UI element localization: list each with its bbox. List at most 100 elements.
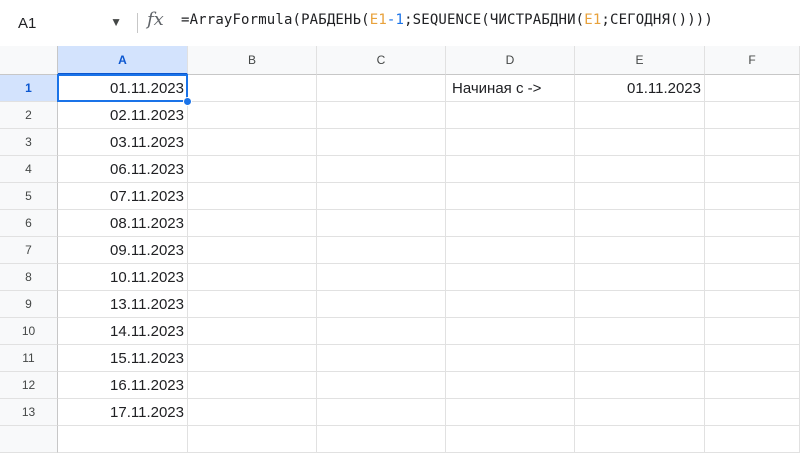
cell-d5[interactable] xyxy=(446,183,575,210)
cell-f4[interactable] xyxy=(705,156,800,183)
row-header[interactable]: 9 xyxy=(0,291,58,318)
cell-f2[interactable] xyxy=(705,102,800,129)
cell-a11[interactable]: 15.11.2023 xyxy=(58,345,188,372)
cell-c1[interactable] xyxy=(317,75,446,102)
cell-b14[interactable] xyxy=(188,426,317,453)
cell-d4[interactable] xyxy=(446,156,575,183)
cell-b4[interactable] xyxy=(188,156,317,183)
cell-e1[interactable]: 01.11.2023 xyxy=(575,75,705,102)
cell-c10[interactable] xyxy=(317,318,446,345)
formula-input[interactable]: =ArrayFormula(РАБДЕНЬ(E1-1;SEQUENCE(ЧИСТ… xyxy=(181,12,713,28)
row-header[interactable] xyxy=(0,426,58,453)
cell-a14[interactable] xyxy=(58,426,188,453)
row-header[interactable]: 1 xyxy=(0,75,58,102)
cell-b2[interactable] xyxy=(188,102,317,129)
row-header[interactable]: 8 xyxy=(0,264,58,291)
cell-e3[interactable] xyxy=(575,129,705,156)
cell-b5[interactable] xyxy=(188,183,317,210)
cell-c6[interactable] xyxy=(317,210,446,237)
cell-d6[interactable] xyxy=(446,210,575,237)
cell-f11[interactable] xyxy=(705,345,800,372)
row-header[interactable]: 7 xyxy=(0,237,58,264)
cell-b9[interactable] xyxy=(188,291,317,318)
cell-f7[interactable] xyxy=(705,237,800,264)
row-header[interactable]: 12 xyxy=(0,372,58,399)
cell-e6[interactable] xyxy=(575,210,705,237)
cell-d14[interactable] xyxy=(446,426,575,453)
column-header-a[interactable]: A xyxy=(58,46,188,75)
cell-c9[interactable] xyxy=(317,291,446,318)
cell-b3[interactable] xyxy=(188,129,317,156)
cell-f3[interactable] xyxy=(705,129,800,156)
cell-a6[interactable]: 08.11.2023 xyxy=(58,210,188,237)
cell-d12[interactable] xyxy=(446,372,575,399)
cell-e11[interactable] xyxy=(575,345,705,372)
cell-a13[interactable]: 17.11.2023 xyxy=(58,399,188,426)
cell-a8[interactable]: 10.11.2023 xyxy=(58,264,188,291)
column-header-c[interactable]: C xyxy=(317,46,446,75)
column-header-b[interactable]: B xyxy=(188,46,317,75)
column-header-f[interactable]: F xyxy=(705,46,800,75)
column-header-d[interactable]: D xyxy=(446,46,575,75)
cell-d10[interactable] xyxy=(446,318,575,345)
cell-c13[interactable] xyxy=(317,399,446,426)
cell-e10[interactable] xyxy=(575,318,705,345)
row-header[interactable]: 3 xyxy=(0,129,58,156)
cell-d13[interactable] xyxy=(446,399,575,426)
cell-a2[interactable]: 02.11.2023 xyxy=(58,102,188,129)
row-header[interactable]: 13 xyxy=(0,399,58,426)
cell-c12[interactable] xyxy=(317,372,446,399)
cell-c2[interactable] xyxy=(317,102,446,129)
caret-down-icon[interactable]: ▼ xyxy=(110,15,122,29)
cell-b13[interactable] xyxy=(188,399,317,426)
cell-e13[interactable] xyxy=(575,399,705,426)
cell-e8[interactable] xyxy=(575,264,705,291)
cell-f8[interactable] xyxy=(705,264,800,291)
cell-b1[interactable] xyxy=(188,75,317,102)
cell-d9[interactable] xyxy=(446,291,575,318)
cell-c14[interactable] xyxy=(317,426,446,453)
select-all-corner[interactable] xyxy=(0,46,58,75)
cell-f12[interactable] xyxy=(705,372,800,399)
cell-e9[interactable] xyxy=(575,291,705,318)
cell-b7[interactable] xyxy=(188,237,317,264)
cell-c4[interactable] xyxy=(317,156,446,183)
row-header[interactable]: 6 xyxy=(0,210,58,237)
cell-e7[interactable] xyxy=(575,237,705,264)
cell-d8[interactable] xyxy=(446,264,575,291)
cell-f10[interactable] xyxy=(705,318,800,345)
cell-f6[interactable] xyxy=(705,210,800,237)
cell-e2[interactable] xyxy=(575,102,705,129)
cell-f9[interactable] xyxy=(705,291,800,318)
cell-e12[interactable] xyxy=(575,372,705,399)
cell-f5[interactable] xyxy=(705,183,800,210)
cell-a10[interactable]: 14.11.2023 xyxy=(58,318,188,345)
cell-b12[interactable] xyxy=(188,372,317,399)
cell-a1[interactable]: 01.11.2023 xyxy=(58,75,188,102)
cell-d3[interactable] xyxy=(446,129,575,156)
cell-d2[interactable] xyxy=(446,102,575,129)
cell-d11[interactable] xyxy=(446,345,575,372)
cell-a9[interactable]: 13.11.2023 xyxy=(58,291,188,318)
cell-a4[interactable]: 06.11.2023 xyxy=(58,156,188,183)
cell-c5[interactable] xyxy=(317,183,446,210)
cell-a5[interactable]: 07.11.2023 xyxy=(58,183,188,210)
cell-c3[interactable] xyxy=(317,129,446,156)
cell-a12[interactable]: 16.11.2023 xyxy=(58,372,188,399)
cell-f1[interactable] xyxy=(705,75,800,102)
cell-f13[interactable] xyxy=(705,399,800,426)
cell-b8[interactable] xyxy=(188,264,317,291)
row-header[interactable]: 11 xyxy=(0,345,58,372)
cell-b6[interactable] xyxy=(188,210,317,237)
cell-b10[interactable] xyxy=(188,318,317,345)
row-header[interactable]: 10 xyxy=(0,318,58,345)
cell-b11[interactable] xyxy=(188,345,317,372)
cell-f14[interactable] xyxy=(705,426,800,453)
cell-d1[interactable]: Начиная с -> xyxy=(446,75,575,102)
name-box[interactable]: A1 ▼ xyxy=(8,10,126,36)
fill-handle[interactable] xyxy=(183,97,192,106)
cell-c11[interactable] xyxy=(317,345,446,372)
cell-e4[interactable] xyxy=(575,156,705,183)
cell-e5[interactable] xyxy=(575,183,705,210)
row-header[interactable]: 4 xyxy=(0,156,58,183)
